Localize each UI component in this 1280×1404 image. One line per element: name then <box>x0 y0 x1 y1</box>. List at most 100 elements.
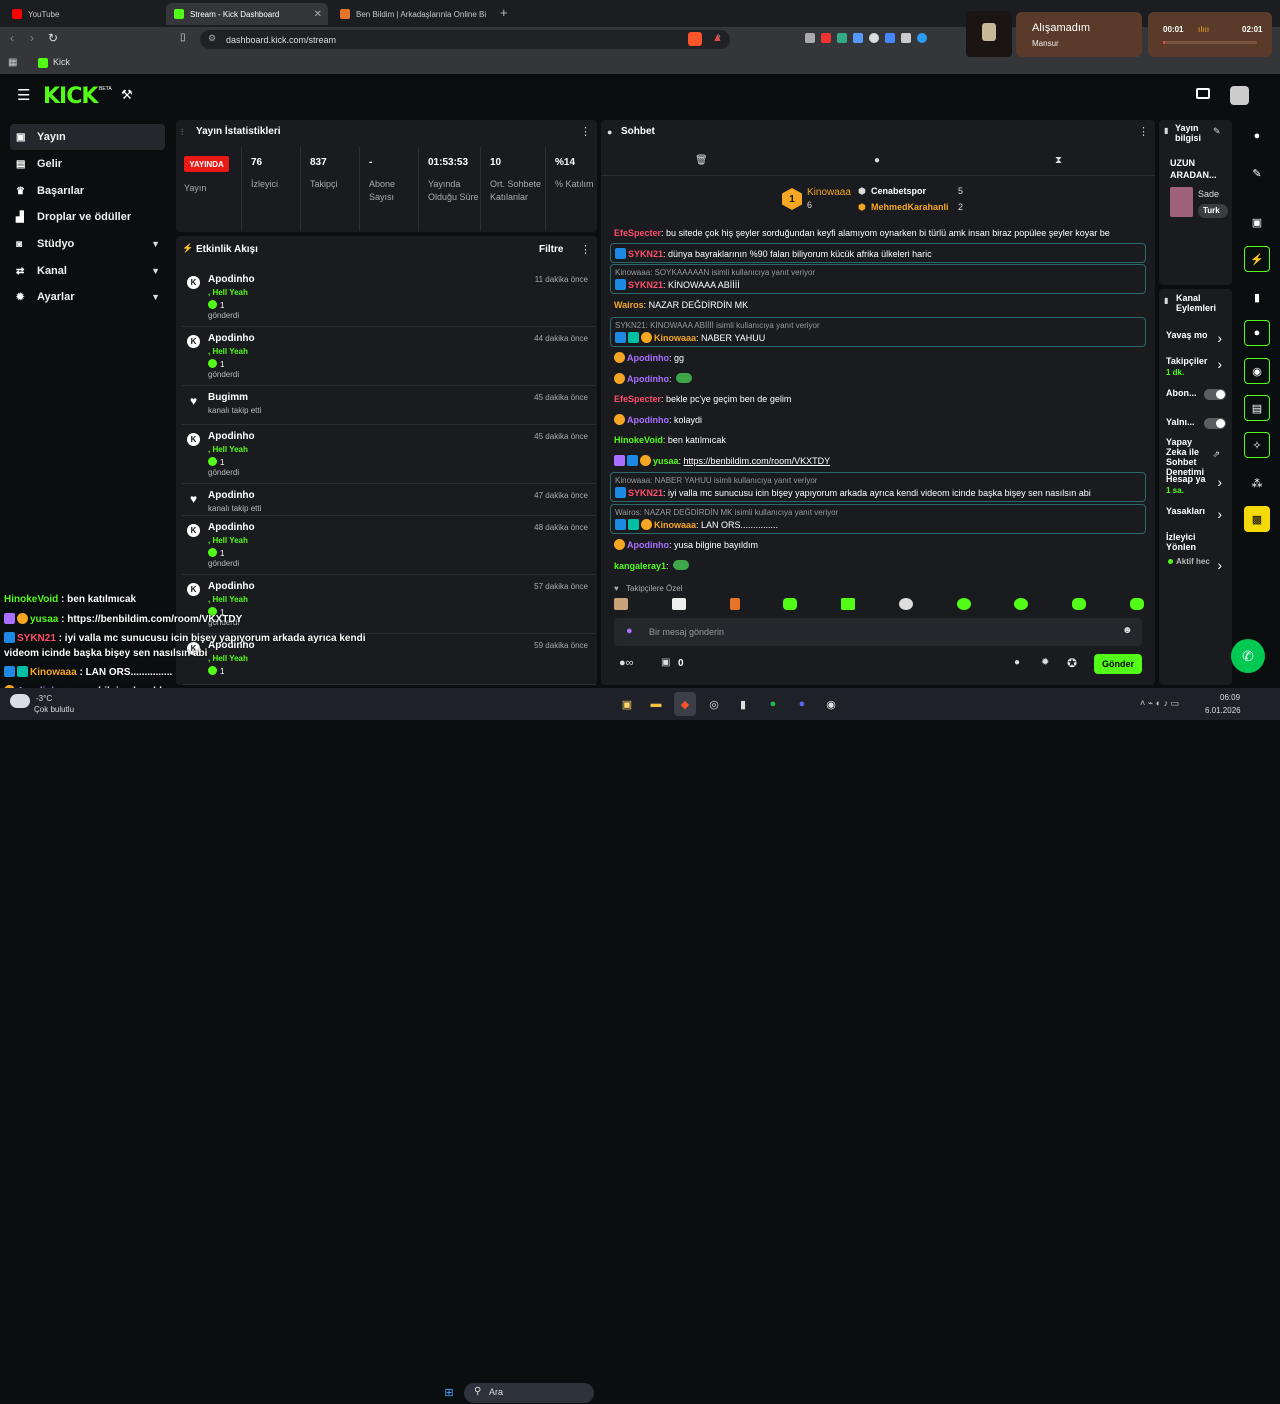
event-user[interactable]: Apodinho <box>208 431 255 442</box>
edit-icon[interactable]: ✎ <box>1213 126 1221 137</box>
chat-username[interactable]: Apodinho <box>627 374 669 384</box>
emote[interactable] <box>841 598 856 610</box>
url-field[interactable]: ⚙ dashboard.kick.com/stream ⇪ <box>200 30 730 49</box>
trash-icon[interactable]: 🗑︎ <box>695 155 708 166</box>
broadcast-tool-icon[interactable]: ◉ <box>1244 358 1270 384</box>
activity-menu-icon[interactable]: ⋮ <box>580 243 591 256</box>
leader-name[interactable]: Cenabetspor <box>871 186 926 196</box>
screen-tool-icon[interactable]: ▣ <box>1244 209 1270 235</box>
channel-action-item[interactable]: Hesap ya 1 sa. › <box>1166 474 1228 495</box>
chat-menu-icon[interactable]: ⋮ <box>1138 125 1149 138</box>
chat-message[interactable]: Apodinho: yusa bilgine bayıldım <box>614 539 758 550</box>
chat-username[interactable]: Apodinho <box>627 415 669 425</box>
bolt-tool-icon[interactable]: ⚡ <box>1244 246 1270 272</box>
close-tab-icon[interactable]: ✕ <box>314 9 322 20</box>
chat-username[interactable]: HinokeVoid <box>614 435 663 445</box>
chat-input[interactable]: ● Bir mesaj gönderin ☻ <box>614 618 1142 646</box>
channel-action-item[interactable]: İzleyici Yönlen <box>1166 532 1228 552</box>
chat-username[interactable]: Apodinho <box>627 540 669 550</box>
chat-username[interactable]: Kinowaaa <box>654 520 696 530</box>
chat-message[interactable]: Wairos: NAZAR DEĞDİRDİN MK <box>614 300 748 310</box>
obs-icon[interactable]: ◉ <box>820 692 842 716</box>
tray-icons[interactable]: ˄ ⌁ ◐ ♪ ▭ <box>1140 698 1179 709</box>
channel-action-item[interactable]: Yasakları › <box>1166 506 1228 522</box>
mic-icon[interactable]: ● <box>626 625 633 637</box>
event-user[interactable]: Apodinho <box>208 274 255 285</box>
emote[interactable] <box>1129 598 1144 610</box>
tag-pill[interactable]: Turk <box>1198 204 1228 218</box>
emote[interactable] <box>956 598 971 610</box>
filter-button[interactable]: Filtre <box>539 244 563 255</box>
extension-icon[interactable] <box>885 33 895 43</box>
event-user[interactable]: Apodinho <box>208 490 255 501</box>
chat-message[interactable]: kangaleray1: <box>614 560 689 571</box>
emote[interactable] <box>1072 598 1087 610</box>
event-user[interactable]: Apodinho <box>208 581 255 592</box>
kick-logo[interactable]: KICK <box>43 84 98 109</box>
new-tab-button[interactable]: + <box>500 5 508 20</box>
chat-message[interactable]: Apodinho: <box>614 373 692 384</box>
emote[interactable] <box>671 598 686 610</box>
chat-link[interactable]: https://benbildim.com/room/VKXTDY <box>684 456 831 466</box>
badge-icon[interactable]: ✪ <box>1067 656 1077 670</box>
steam-icon[interactable]: ◎ <box>703 692 725 716</box>
channel-action-item[interactable]: Yavaş mo › <box>1166 330 1228 346</box>
channel-action-item[interactable]: Takipçiler 1 dk. › <box>1166 356 1228 377</box>
doc-tool-icon[interactable]: ▮ <box>1244 284 1270 310</box>
sidebar-item-kanal[interactable]: ⇄ Kanal ▼ <box>10 258 165 284</box>
chat-username[interactable]: Wairos <box>614 300 644 310</box>
tab-youtube[interactable]: YouTube <box>4 3 164 25</box>
channel-action-item[interactable]: Yalnı... <box>1166 417 1228 429</box>
sidebar-item-gelir[interactable]: ▤ Gelir <box>10 151 165 177</box>
bookmark-icon[interactable]: ▯ <box>180 32 186 43</box>
chat-reply-message[interactable]: Wairos: NAZAR DEĞDİRDİN MK isimli kullan… <box>610 504 1146 534</box>
leader-name[interactable]: Kinowaaa <box>807 187 851 198</box>
site-info-icon[interactable]: ⚙ <box>208 33 216 44</box>
sidebar-item-droplar[interactable]: ▟ Droplar ve ödüller <box>10 204 165 230</box>
extension-icon[interactable] <box>917 33 927 43</box>
channel-action-item[interactable]: Yapay Zeka ile Sohbet Denetimi ⇗ <box>1166 437 1228 477</box>
channel-action-item[interactable]: Abon... <box>1166 388 1228 400</box>
reload-icon[interactable]: ↻ <box>48 31 58 45</box>
chat-message[interactable]: EfeSpecter: bu sitede çok hiş şeyler sor… <box>614 228 1110 238</box>
emoji-icon[interactable]: ☻ <box>1122 625 1133 636</box>
chat-message[interactable]: Apodinho: gg <box>614 352 684 363</box>
clapper-tool-icon[interactable]: ▩ <box>1244 506 1270 532</box>
sidebar-item-basarilar[interactable]: ♛ Başarılar <box>10 178 165 204</box>
chat-reply-message[interactable]: Kinowaaa: SOYKAAAAAN isimli kullanıcıya … <box>610 264 1146 294</box>
chat-bubble-icon[interactable]: ● <box>1014 657 1020 668</box>
info-tool-icon[interactable]: ● <box>1244 123 1270 149</box>
chat-username[interactable]: Kinowaaa <box>654 333 696 343</box>
epic-games-icon[interactable]: ▮ <box>732 692 754 716</box>
forward-icon[interactable]: › <box>30 31 34 45</box>
extension-icon[interactable] <box>805 33 815 43</box>
bookmark-kick[interactable]: Kick <box>53 57 70 67</box>
chat-message[interactable]: HinokeVoid: ben katılmıcak <box>614 435 726 445</box>
channel-tool-icon[interactable]: ▤ <box>1244 395 1270 421</box>
sidebar-item-ayarlar[interactable]: ✹ Ayarlar ▼ <box>10 284 165 310</box>
tab-benbildim[interactable]: Ben Bildim | Arkadaşlarınla Online Bil <box>332 3 492 25</box>
pin-icon[interactable]: ⚒ <box>121 87 133 103</box>
apps-grid-icon[interactable]: ▦ <box>8 57 17 68</box>
avatar[interactable] <box>1230 86 1249 105</box>
points-icon[interactable]: ●∞ <box>619 657 634 669</box>
taskbar-search[interactable] <box>464 1383 594 1403</box>
extension-icon[interactable] <box>869 33 879 43</box>
chat-username[interactable]: EfeSpecter <box>614 228 661 238</box>
event-user[interactable]: Bugimm <box>208 392 248 403</box>
brave-icon[interactable]: ◆ <box>674 692 696 716</box>
brave-shields-icon[interactable] <box>688 32 702 46</box>
emote[interactable] <box>1014 598 1029 610</box>
back-icon[interactable]: ‹ <box>10 31 14 45</box>
file-explorer-icon[interactable]: ▬ <box>645 692 667 716</box>
chat-message[interactable]: Apodinho: kolaydi <box>614 414 702 425</box>
chat-reply-message[interactable]: SYKN21: KİNOWAAA ABİİİİ isimli kullanıcı… <box>610 317 1146 347</box>
weather-text[interactable]: Çok bulutlu <box>34 705 74 714</box>
chat-username[interactable]: SYKN21 <box>628 280 663 290</box>
extension-icon[interactable] <box>853 33 863 43</box>
discord-icon[interactable]: ● <box>791 692 813 716</box>
chat-username[interactable]: SYKN21 <box>628 249 663 259</box>
tab-kick-dashboard[interactable]: Stream - Kick Dashboard ✕ <box>166 3 328 25</box>
emote[interactable] <box>614 598 628 610</box>
extension-icon[interactable] <box>837 33 847 43</box>
